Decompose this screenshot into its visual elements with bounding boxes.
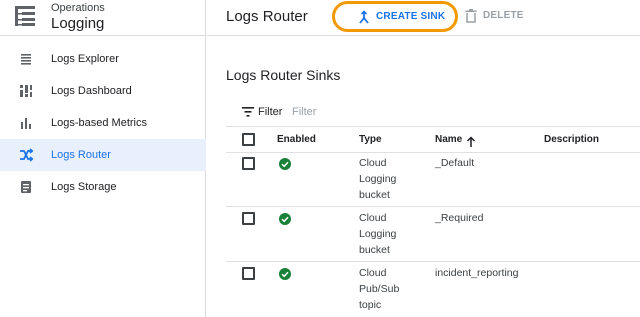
logging-product-icon xyxy=(15,6,35,26)
trash-icon xyxy=(465,9,477,23)
sidebar-item-label: Logs Storage xyxy=(51,181,117,193)
dashboard-icon xyxy=(20,85,32,97)
sidebar-item-logs-dashboard[interactable]: Logs Dashboard xyxy=(0,75,206,107)
column-header-name[interactable]: Name xyxy=(435,134,462,146)
select-all-checkbox[interactable] xyxy=(242,133,255,146)
row-name[interactable]: _Default xyxy=(435,155,474,171)
section-title: Logs Router Sinks xyxy=(226,67,341,83)
row-checkbox[interactable] xyxy=(242,157,255,170)
column-header-enabled[interactable]: Enabled xyxy=(277,134,316,146)
sidebar-item-logs-explorer[interactable]: Logs Explorer xyxy=(0,43,206,75)
sidebar-item-label: Logs Router xyxy=(51,149,111,161)
enabled-check-icon xyxy=(279,268,291,280)
product-super-title: Operations xyxy=(51,2,105,14)
row-name[interactable]: incident_reporting xyxy=(435,265,518,281)
filter-icon xyxy=(242,107,254,117)
table-row: Cloud Pub/Sub topic incident_reporting xyxy=(226,263,640,317)
delete-label: DELETE xyxy=(483,10,524,21)
storage-icon xyxy=(21,181,31,193)
sidebar-item-logs-storage[interactable]: Logs Storage xyxy=(0,171,206,203)
table-row: Cloud Logging bucket _Required xyxy=(226,208,640,262)
row-checkbox[interactable] xyxy=(242,212,255,225)
column-header-type[interactable]: Type xyxy=(359,134,382,146)
sidebar-item-label: Logs Explorer xyxy=(51,53,119,65)
product-header[interactable]: Operations Logging xyxy=(0,0,206,36)
sidebar-item-label: Logs Dashboard xyxy=(51,85,132,97)
page-title: Logs Router xyxy=(226,8,308,25)
sidebar-item-logs-router[interactable]: Logs Router xyxy=(0,139,206,171)
row-type: Cloud Logging bucket xyxy=(359,157,397,201)
sidebar-item-logs-based-metrics[interactable]: Logs-based Metrics xyxy=(0,107,206,139)
column-header-description[interactable]: Description xyxy=(544,134,599,146)
list-icon xyxy=(21,54,31,65)
sidebar-item-label: Logs-based Metrics xyxy=(51,117,147,129)
filter-bar: Filter xyxy=(226,97,640,127)
create-sink-button[interactable]: CREATE SINK xyxy=(332,1,458,32)
row-checkbox[interactable] xyxy=(242,267,255,280)
create-sink-label: CREATE SINK xyxy=(376,11,446,22)
product-title: Logging xyxy=(51,15,105,32)
create-sink-icon xyxy=(359,10,369,24)
filter-input[interactable] xyxy=(292,103,492,121)
sidebar: Operations Logging Logs Explorer Logs Da… xyxy=(0,0,206,317)
enabled-check-icon xyxy=(279,158,291,170)
table-header: Enabled Type Name Description xyxy=(226,127,640,153)
enabled-check-icon xyxy=(279,213,291,225)
delete-button[interactable]: DELETE xyxy=(465,8,527,26)
page-header: Logs Router CREATE SINK DELETE xyxy=(207,0,640,36)
row-type: Cloud Pub/Sub topic xyxy=(359,267,400,311)
filter-label: Filter xyxy=(258,106,283,118)
row-name[interactable]: _Required xyxy=(435,210,483,226)
row-type: Cloud Logging bucket xyxy=(359,212,397,256)
sort-ascending-icon[interactable] xyxy=(466,136,476,148)
table-row: Cloud Logging bucket _Default xyxy=(226,153,640,207)
bar-chart-icon xyxy=(21,118,31,129)
router-icon xyxy=(20,148,33,162)
